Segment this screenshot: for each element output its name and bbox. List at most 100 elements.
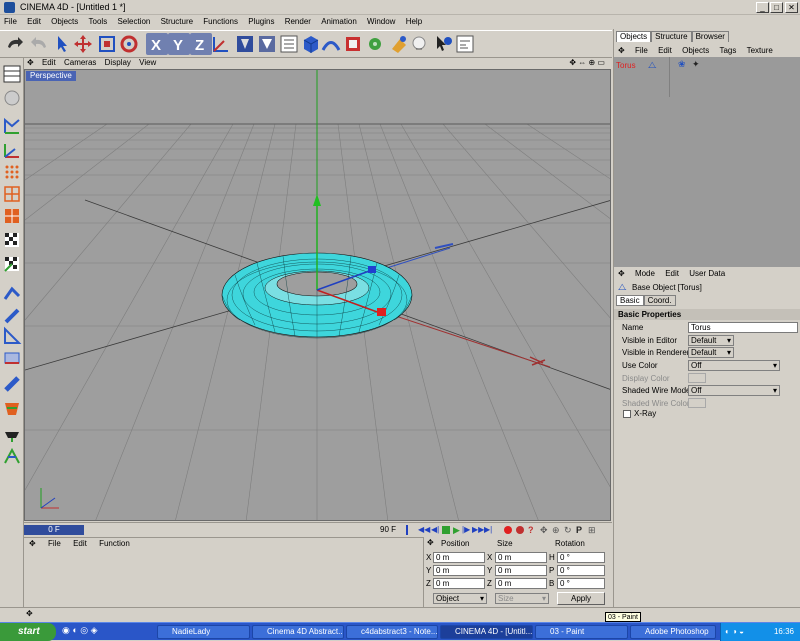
position-z-field[interactable]: 0 m xyxy=(433,578,485,589)
cube-primitive-icon[interactable] xyxy=(300,33,322,55)
menu-help[interactable]: Help xyxy=(402,15,426,26)
scene-objects-icon[interactable] xyxy=(388,33,410,55)
menu-window[interactable]: Window xyxy=(363,15,399,26)
viewport-layout-icon[interactable] xyxy=(2,64,22,84)
bone-tool-icon[interactable] xyxy=(2,306,22,326)
menu-render[interactable]: Render xyxy=(281,15,315,26)
coordinate-mode-dropdown[interactable]: Object xyxy=(433,593,487,604)
display-color-swatch[interactable] xyxy=(688,373,706,383)
attributes-menu-mode[interactable]: Mode xyxy=(631,268,659,278)
material-menu-function[interactable]: Function xyxy=(94,538,135,548)
object-axis-icon[interactable] xyxy=(2,140,22,160)
menu-edit[interactable]: Edit xyxy=(23,15,45,26)
scale-icon[interactable] xyxy=(96,33,118,55)
z-axis-handle[interactable] xyxy=(368,266,376,273)
task-nadielady[interactable]: NadieLady xyxy=(157,625,250,639)
enable-snapping-icon[interactable] xyxy=(2,374,22,394)
current-frame-slider[interactable]: 0 F xyxy=(24,525,84,535)
point-level-key-icon[interactable]: ⊞ xyxy=(588,525,597,535)
attributes-menu-icon[interactable]: ✥ xyxy=(614,268,629,278)
y-axis-lock-icon[interactable]: Y xyxy=(168,33,190,55)
objects-menu-objects[interactable]: Objects xyxy=(678,45,713,55)
menu-tools[interactable]: Tools xyxy=(85,15,112,26)
parameter-key-icon[interactable]: P xyxy=(576,525,585,535)
menu-functions[interactable]: Functions xyxy=(199,15,242,26)
next-key-icon[interactable]: ▶▶ xyxy=(472,525,484,535)
size-y-field[interactable]: 0 m xyxy=(495,565,547,576)
render-settings-icon[interactable] xyxy=(278,33,300,55)
x-axis-lock-icon[interactable]: X xyxy=(146,33,168,55)
maximize-button[interactable]: □ xyxy=(770,2,783,13)
keyframe-selection-icon[interactable]: ? xyxy=(528,525,537,535)
menu-animation[interactable]: Animation xyxy=(317,15,361,26)
workplane-icon[interactable] xyxy=(2,424,22,444)
position-y-field[interactable]: 0 m xyxy=(433,565,485,576)
task-paint[interactable]: 03 - Paint xyxy=(535,625,628,639)
menu-plugins[interactable]: Plugins xyxy=(244,15,278,26)
task-cinema4d-untitled[interactable]: CINEMA 4D - [Untitl... xyxy=(440,625,533,639)
objects-menu-texture[interactable]: Texture xyxy=(743,45,777,55)
previous-key-icon[interactable]: ◀◀ xyxy=(418,525,430,535)
use-color-dropdown[interactable]: Off xyxy=(688,360,780,371)
select-arrow-icon[interactable] xyxy=(52,33,74,55)
scale-key-icon[interactable]: ⊕ xyxy=(552,525,561,535)
layout-icon[interactable] xyxy=(454,33,476,55)
perspective-viewport[interactable]: Perspective xyxy=(24,69,611,521)
texture-axis-icon[interactable] xyxy=(2,254,22,274)
deformer-icon[interactable] xyxy=(342,33,364,55)
shaded-wire-mode-dropdown[interactable]: Off xyxy=(688,385,780,396)
redo-icon[interactable] xyxy=(28,33,50,55)
name-field[interactable]: Torus xyxy=(688,322,798,333)
material-menu-edit[interactable]: Edit xyxy=(68,538,92,548)
attributes-menu-user-data[interactable]: User Data xyxy=(685,268,729,278)
viewport-menu-edit[interactable]: Edit xyxy=(39,58,59,67)
texture-tool-icon[interactable] xyxy=(2,230,22,250)
visible-in-editor-dropdown[interactable]: Default xyxy=(688,335,734,346)
attributes-menu-edit[interactable]: Edit xyxy=(661,268,683,278)
array-icon[interactable] xyxy=(364,33,386,55)
go-to-end-icon[interactable]: ▶| xyxy=(484,525,493,535)
y-axis-handle[interactable] xyxy=(313,194,321,206)
visible-in-renderer-dropdown[interactable]: Default xyxy=(688,347,734,358)
next-frame-icon[interactable]: |▶ xyxy=(462,525,471,535)
rotation-h-field[interactable]: 0 ° xyxy=(557,552,605,563)
quick-launch-icons[interactable]: ◉ ◐ ◎ ◈ xyxy=(62,625,98,636)
render-picture-viewer-icon[interactable] xyxy=(256,33,278,55)
record-icon[interactable] xyxy=(504,526,512,534)
object-list[interactable]: Torus ⧍ ❀ ✦ xyxy=(614,57,800,267)
viewport-menu-display[interactable]: Display xyxy=(102,58,134,67)
menu-selection[interactable]: Selection xyxy=(113,15,154,26)
move-icon[interactable] xyxy=(72,33,94,55)
stop-icon[interactable] xyxy=(442,526,450,534)
edges-tool-icon[interactable] xyxy=(2,184,22,204)
texture-tag-icon[interactable]: ✦ xyxy=(692,59,700,70)
object-row-torus[interactable]: Torus xyxy=(616,61,636,70)
go-to-start-icon[interactable] xyxy=(406,525,415,535)
previous-frame-icon[interactable]: ◀| xyxy=(431,525,440,535)
tray-icons[interactable]: ◐ ◑ ◒ xyxy=(725,623,744,641)
polygons-tool-icon[interactable] xyxy=(2,206,22,226)
xray-checkbox[interactable] xyxy=(623,410,631,418)
locked-workplane-icon[interactable] xyxy=(2,446,22,466)
points-tool-icon[interactable] xyxy=(2,162,22,182)
phong-tag-icon[interactable]: ❀ xyxy=(678,59,686,70)
autokeying-icon[interactable] xyxy=(516,526,524,534)
tab-browser[interactable]: Browser xyxy=(691,31,729,42)
apply-button[interactable]: Apply xyxy=(557,592,605,605)
viewport-menu-view[interactable]: View xyxy=(136,58,159,67)
material-menu-icon[interactable]: ✥ xyxy=(24,538,41,548)
material-menu-file[interactable]: File xyxy=(43,538,66,548)
play-icon[interactable]: ▶ xyxy=(453,525,462,535)
rotation-p-field[interactable]: 0 ° xyxy=(557,565,605,576)
light-icon[interactable] xyxy=(408,33,430,55)
objects-menu-file[interactable]: File xyxy=(631,45,652,55)
world-coordinates-icon[interactable] xyxy=(210,33,232,55)
render-view-icon[interactable] xyxy=(234,33,256,55)
start-button[interactable]: start xyxy=(0,623,56,641)
task-c4dabstract3-notepad[interactable]: c4dabstract3 - Note... xyxy=(346,625,438,639)
tab-structure[interactable]: Structure xyxy=(651,31,692,42)
size-z-field[interactable]: 0 m xyxy=(495,578,547,589)
size-x-field[interactable]: 0 m xyxy=(495,552,547,563)
viewport-menu-cameras[interactable]: Cameras xyxy=(61,58,99,67)
inverse-kinematics-icon[interactable] xyxy=(2,284,22,304)
